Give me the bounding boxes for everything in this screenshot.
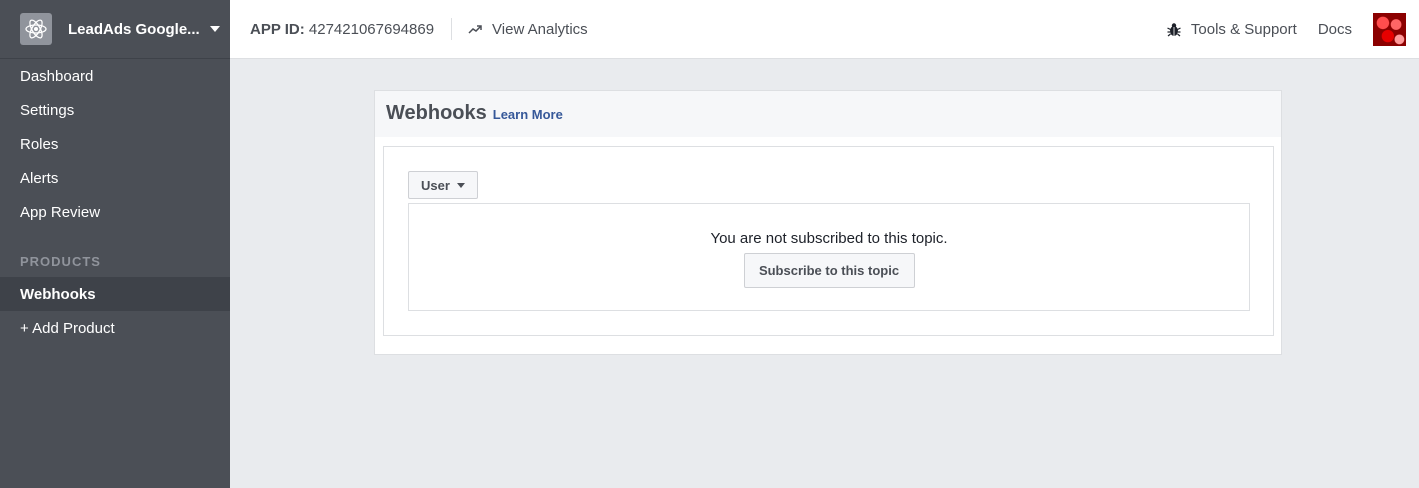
avatar[interactable] — [1373, 12, 1406, 46]
sidebar-item-webhooks[interactable]: Webhooks — [0, 277, 230, 311]
docs-link[interactable]: Docs — [1318, 21, 1352, 38]
products-section-header: PRODUCTS — [20, 253, 101, 269]
tools-support-link[interactable]: Tools & Support — [1167, 21, 1297, 38]
chevron-down-icon — [209, 26, 220, 32]
tools-support-label: Tools & Support — [1190, 20, 1297, 38]
panel-header: Webhooks Learn More — [375, 91, 1281, 137]
page-title: Webhooks — [386, 102, 487, 124]
topic-select-value: User — [421, 177, 450, 193]
add-product-button[interactable]: + Add Product — [0, 311, 230, 345]
nav-list: Dashboard Settings Roles Alerts App Revi… — [0, 59, 230, 229]
subscription-status-text: You are not subscribed to this topic. — [710, 230, 948, 247]
webhooks-panel: Webhooks Learn More User You are not sub… — [374, 90, 1282, 355]
sidebar-item-roles[interactable]: Roles — [0, 127, 230, 161]
topic-select[interactable]: User — [408, 171, 478, 199]
panel-body: User You are not subscribed to this topi… — [383, 146, 1274, 336]
sidebar-item-app-review[interactable]: App Review — [0, 195, 230, 229]
subscribe-button[interactable]: Subscribe to this topic — [743, 253, 915, 288]
app-id: APP ID: 427421067694869 — [250, 21, 434, 38]
app-name: LeadAds Google... — [68, 20, 200, 38]
learn-more-link[interactable]: Learn More — [493, 107, 563, 122]
sidebar-item-dashboard[interactable]: Dashboard — [0, 59, 230, 93]
top-bar: APP ID: 427421067694869 View Analytics T… — [230, 0, 1419, 59]
top-right-nav: Tools & Support Docs — [1167, 0, 1419, 59]
topic-status-box: You are not subscribed to this topic. Su… — [408, 203, 1250, 311]
sidebar: LeadAds Google... Dashboard Settings Rol… — [0, 0, 230, 488]
sidebar-item-settings[interactable]: Settings — [0, 93, 230, 127]
sidebar-item-alerts[interactable]: Alerts — [0, 161, 230, 195]
chevron-down-icon — [456, 182, 465, 188]
divider — [451, 18, 453, 40]
app-id-label: APP ID: — [250, 20, 305, 38]
view-analytics-label: View Analytics — [492, 20, 588, 38]
app-switcher[interactable]: LeadAds Google... — [0, 0, 230, 59]
view-analytics-link[interactable]: View Analytics — [468, 21, 588, 38]
app-id-value: 427421067694869 — [308, 20, 435, 38]
trending-up-icon — [468, 25, 482, 34]
react-app-icon — [20, 13, 52, 45]
bug-icon — [1167, 22, 1181, 36]
